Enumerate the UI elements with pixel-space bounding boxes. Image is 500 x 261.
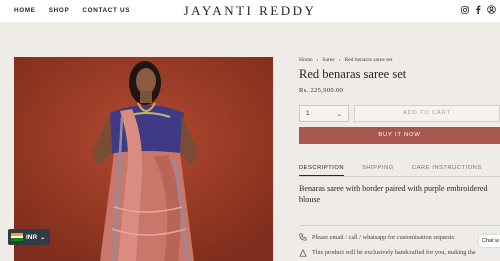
facebook-icon[interactable] (475, 5, 481, 14)
customisation-note: Please email / call / whatsapp for custo… (299, 233, 454, 241)
breadcrumb-current: Red benaras saree set (344, 57, 393, 63)
product-title: Red benaras saree set (299, 67, 407, 81)
buy-now-button[interactable]: BUY IT NOW (299, 127, 500, 144)
product-image[interactable] (14, 57, 273, 261)
brand-logo[interactable]: JAYANTI REDDY (0, 3, 500, 19)
breadcrumb-separator: › (316, 57, 319, 63)
breadcrumb-separator: › (338, 57, 341, 63)
currency-code: INR (26, 233, 38, 241)
handcrafted-text: This product will be exclusively handcra… (312, 249, 476, 256)
phone-icon (299, 233, 307, 241)
divider (299, 225, 500, 226)
chat-widget-button[interactable]: Chat w (479, 235, 500, 247)
customisation-text: Please email / call / whatsapp for custo… (312, 233, 454, 241)
breadcrumb-saree[interactable]: Saree (322, 57, 334, 63)
product-description: Benaras saree with border paired with pu… (299, 184, 488, 204)
breadcrumb-wrap: Home › Saree › Red benaras saree set (299, 57, 500, 63)
chevron-down-icon: ⌄ (336, 110, 342, 118)
handcrafted-note: This product will be exclusively handcra… (299, 249, 500, 257)
info-icon (299, 249, 307, 257)
header-icons (461, 5, 496, 14)
india-flag-icon (11, 233, 23, 242)
quantity-value: 1 (306, 110, 310, 117)
breadcrumb-home[interactable]: Home (299, 57, 313, 63)
instagram-icon[interactable] (461, 5, 469, 14)
account-icon[interactable] (487, 5, 496, 14)
add-to-cart-button[interactable]: ADD TO CART (354, 105, 500, 122)
breadcrumb: Home › Saree › Red benaras saree set (299, 57, 500, 63)
product-price: Rs. 225,900.00 (299, 87, 344, 94)
tab-description[interactable]: DESCRIPTION (299, 165, 345, 176)
product-tabs: DESCRIPTION SHIPPING CARE INSTRUCTIONS (299, 164, 500, 177)
chevron-down-icon: ⌄ (40, 234, 46, 241)
tab-care-instructions[interactable]: CARE INSTRUCTIONS (412, 165, 482, 171)
tab-shipping[interactable]: SHIPPING (362, 165, 394, 171)
site-header: HOME SHOP CONTACT US JAYANTI REDDY (0, 0, 500, 22)
currency-selector[interactable]: INR ⌄ (8, 229, 50, 245)
quantity-select[interactable]: 1 ⌄ (299, 105, 349, 122)
